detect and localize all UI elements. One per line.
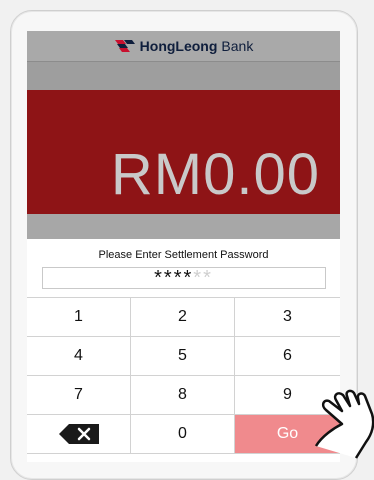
key-8[interactable]: 8 xyxy=(131,376,235,415)
amount-panel: RM0.00 xyxy=(27,90,340,214)
backspace-icon xyxy=(58,424,99,444)
brand-suffix: Bank xyxy=(221,38,254,54)
gray-band-top xyxy=(27,62,340,90)
key-1[interactable]: 1 xyxy=(27,298,131,337)
hongleong-logo-icon xyxy=(114,40,135,52)
gray-band-bottom xyxy=(27,214,340,239)
backspace-button[interactable] xyxy=(27,415,131,454)
key-3[interactable]: 3 xyxy=(235,298,340,337)
password-prompt: Please Enter Settlement Password **** ** xyxy=(27,239,340,297)
key-0[interactable]: 0 xyxy=(131,415,235,454)
password-label: Please Enter Settlement Password xyxy=(98,249,269,261)
key-4[interactable]: 4 xyxy=(27,337,131,376)
bank-logo: HongLeong Bank xyxy=(114,38,254,54)
amount-display: RM0.00 xyxy=(110,142,320,207)
key-7[interactable]: 7 xyxy=(27,376,131,415)
password-entered: **** xyxy=(154,267,194,289)
password-field[interactable]: **** ** xyxy=(41,267,326,289)
key-2[interactable]: 2 xyxy=(131,298,235,337)
header-bar: HongLeong Bank xyxy=(27,31,340,62)
brand-name: HongLeong xyxy=(139,38,218,54)
password-remaining: ** xyxy=(193,267,213,289)
hand-pointer-icon xyxy=(314,389,374,459)
key-5[interactable]: 5 xyxy=(131,337,235,376)
terminal-screen: HongLeong Bank RM0.00 Please Enter Settl… xyxy=(27,31,340,462)
numeric-keypad: 1 2 3 4 5 6 7 8 9 0 Go xyxy=(27,297,340,454)
